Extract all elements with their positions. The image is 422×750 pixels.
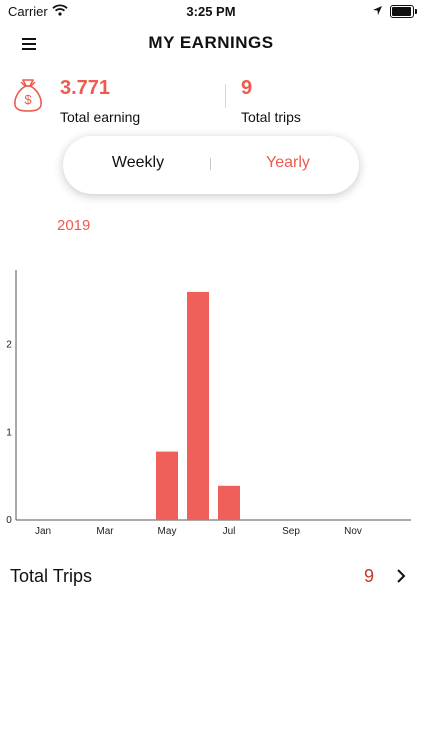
period-segment-control: Weekly Yearly <box>63 136 359 194</box>
bar-may <box>156 451 178 520</box>
stat-divider <box>225 84 226 108</box>
total-trips-label: Total trips <box>241 109 301 125</box>
y-tick-label: 1 <box>6 427 12 438</box>
segment-separator <box>210 158 211 170</box>
x-tick-label: May <box>158 526 177 537</box>
total-trips-row-label: Total Trips <box>10 566 93 586</box>
total-trips-value: 9 <box>241 77 253 99</box>
year-label: 2019 <box>57 217 91 234</box>
clock-time: 3:25 PM <box>186 4 236 19</box>
y-tick-label: 0 <box>6 515 12 526</box>
x-tick-label: Sep <box>282 526 300 537</box>
total-earning-value: 3.771 <box>60 77 111 99</box>
chevron-right-icon[interactable] <box>396 569 406 583</box>
x-tick-label: Jul <box>223 526 236 537</box>
y-tick-label: 2 <box>6 340 12 351</box>
total-trips-row[interactable]: Total Trips 9 <box>0 560 422 594</box>
status-bar: Carrier 3:25 PM <box>0 0 422 24</box>
battery-icon <box>390 5 417 18</box>
bar-jun <box>187 291 209 520</box>
segment-yearly[interactable]: Yearly <box>243 154 333 172</box>
x-tick-label: Mar <box>96 526 114 537</box>
total-trips-row-value: 9 <box>364 566 375 586</box>
x-tick-label: Nov <box>344 526 362 537</box>
money-bag-icon: $ <box>14 79 42 112</box>
bar-jul <box>218 485 240 520</box>
svg-text:$: $ <box>24 92 32 107</box>
segment-weekly[interactable]: Weekly <box>93 154 183 172</box>
page-title: MY EARNINGS <box>148 33 274 52</box>
total-earning-label: Total earning <box>60 109 141 125</box>
location-arrow-icon <box>373 6 382 15</box>
monthly-trips-chart: Jan Mar May Jul Sep Nov 0 1 2 <box>6 270 411 537</box>
x-tick-label: Jan <box>35 526 51 537</box>
